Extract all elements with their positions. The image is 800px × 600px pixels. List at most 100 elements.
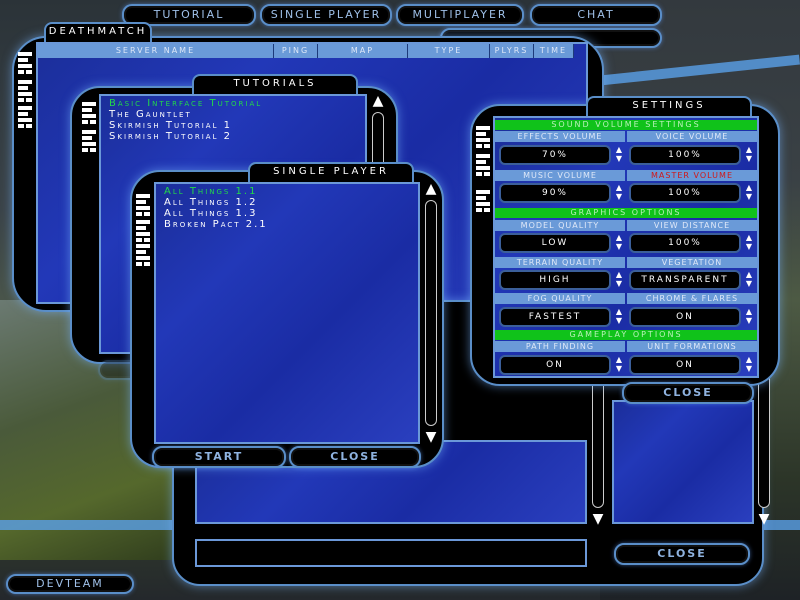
list-item[interactable]: Basic Interface Tutorial (109, 98, 357, 109)
single-player-close-button[interactable]: CLOSE (289, 446, 421, 468)
column-map[interactable]: MAP (318, 44, 408, 58)
spinner-down-icon[interactable]: ▼ (743, 364, 755, 373)
list-item[interactable]: All Things 1.3 (164, 208, 410, 219)
unit-formations-value[interactable]: ON (629, 355, 741, 375)
column-ping[interactable]: PING (274, 44, 318, 58)
sidebar-glyph-icon (82, 130, 96, 152)
music-volume-value[interactable]: 90% (499, 183, 611, 203)
voice-volume-spinner[interactable]: ▲ ▼ (743, 145, 755, 165)
chat-users-panel (612, 400, 754, 524)
spinner-up-icon[interactable]: ▲ (613, 270, 625, 279)
column-time[interactable]: TIME (534, 44, 574, 58)
unit-formations-spinner[interactable]: ▲ ▼ (743, 355, 755, 375)
spinner-up-icon[interactable]: ▲ (613, 307, 625, 316)
chat-close-button[interactable]: CLOSE (614, 543, 750, 565)
list-item[interactable]: All Things 1.2 (164, 197, 410, 208)
spinner-down-icon[interactable]: ▼ (613, 316, 625, 325)
label-vegetation: VEGETATION (627, 257, 757, 268)
sidebar-glyph-icon (18, 80, 32, 102)
list-item[interactable]: Broken Pact 2.1 (164, 219, 410, 230)
spinner-up-icon[interactable]: ▲ (743, 355, 755, 364)
vegetation-spinner[interactable]: ▲ ▼ (743, 270, 755, 290)
fog-quality-spinner[interactable]: ▲ ▼ (613, 307, 625, 327)
spinner-down-icon[interactable]: ▼ (743, 279, 755, 288)
vegetation-value[interactable]: TRANSPARENT (629, 270, 741, 290)
chrome-flares-spinner[interactable]: ▲ ▼ (743, 307, 755, 327)
sidebar-glyph-icon (18, 52, 32, 74)
spinner-up-icon[interactable]: ▲ (613, 355, 625, 364)
label-effects-volume: EFFECTS VOLUME (495, 131, 625, 142)
model-quality-spinner[interactable]: ▲ ▼ (613, 233, 625, 253)
spinner-down-icon[interactable]: ▼ (613, 192, 625, 201)
spinner-up-icon[interactable]: ▲ (743, 307, 755, 316)
scroll-down-icon[interactable]: ▼ (424, 430, 438, 444)
sidebar-glyph-icon (476, 126, 490, 148)
single-player-scrollbar[interactable]: ▲ ▼ (422, 182, 440, 444)
tutorials-title: TUTORIALS (192, 74, 358, 94)
spinner-down-icon[interactable]: ▼ (743, 192, 755, 201)
column-server-name[interactable]: SERVER NAME (38, 44, 274, 58)
spinner-down-icon[interactable]: ▼ (743, 242, 755, 251)
single-player-start-button[interactable]: START (152, 446, 286, 468)
spinner-down-icon[interactable]: ▼ (743, 316, 755, 325)
sidebar-glyph-icon (82, 102, 96, 124)
scroll-up-icon[interactable]: ▲ (424, 182, 438, 196)
model-quality-value[interactable]: LOW (499, 233, 611, 253)
path-finding-spinner[interactable]: ▲ ▼ (613, 355, 625, 375)
master-volume-value[interactable]: 100% (629, 183, 741, 203)
spinner-down-icon[interactable]: ▼ (613, 279, 625, 288)
list-item[interactable]: Skirmish Tutorial 2 (109, 131, 357, 142)
spinner-down-icon[interactable]: ▼ (613, 242, 625, 251)
spinner-down-icon[interactable]: ▼ (743, 154, 755, 163)
label-master-volume: MASTER VOLUME (627, 170, 757, 181)
spinner-up-icon[interactable]: ▲ (613, 233, 625, 242)
list-item[interactable]: The Gauntlet (109, 109, 357, 120)
spinner-up-icon[interactable]: ▲ (613, 145, 625, 154)
sidebar-glyph-icon (136, 220, 150, 242)
spinner-up-icon[interactable]: ▲ (743, 145, 755, 154)
tab-multiplayer[interactable]: MULTIPLAYER (396, 4, 524, 26)
music-volume-spinner[interactable]: ▲ ▼ (613, 183, 625, 203)
master-volume-spinner[interactable]: ▲ ▼ (743, 183, 755, 203)
tab-chat[interactable]: CHAT (530, 4, 662, 26)
view-distance-spinner[interactable]: ▲ ▼ (743, 233, 755, 253)
voice-volume-value[interactable]: 100% (629, 145, 741, 165)
spinner-down-icon[interactable]: ▼ (613, 364, 625, 373)
settings-title: SETTINGS (586, 96, 752, 116)
spinner-up-icon[interactable]: ▲ (743, 233, 755, 242)
tab-single-player[interactable]: SINGLE PLAYER (260, 4, 392, 26)
deathmatch-title: DEATHMATCH (44, 22, 152, 42)
scroll-down-icon[interactable]: ▼ (757, 512, 771, 526)
settings-close-button[interactable]: CLOSE (622, 382, 754, 404)
scroll-up-icon[interactable]: ▲ (371, 94, 385, 108)
spinner-up-icon[interactable]: ▲ (743, 270, 755, 279)
column-players[interactable]: PLYRS (490, 44, 534, 58)
label-voice-volume: VOICE VOLUME (627, 131, 757, 142)
list-item[interactable]: Skirmish Tutorial 1 (109, 120, 357, 131)
chrome-flares-value[interactable]: ON (629, 307, 741, 327)
column-type[interactable]: TYPE (408, 44, 490, 58)
section-graphics-options: GRAPHICS OPTIONS (495, 208, 757, 218)
spinner-up-icon[interactable]: ▲ (743, 183, 755, 192)
chat-input[interactable] (195, 539, 587, 567)
terrain-quality-value[interactable]: HIGH (499, 270, 611, 290)
settings-panel: SOUND VOLUME SETTINGS EFFECTS VOLUME VOI… (493, 116, 759, 378)
fog-quality-value[interactable]: FASTEST (499, 307, 611, 327)
view-distance-value[interactable]: 100% (629, 233, 741, 253)
section-gameplay-options: GAMEPLAY OPTIONS (495, 330, 757, 340)
path-finding-value[interactable]: ON (499, 355, 611, 375)
single-player-list[interactable]: All Things 1.1 All Things 1.2 All Things… (154, 182, 420, 444)
label-model-quality: MODEL QUALITY (495, 220, 625, 231)
list-item[interactable]: All Things 1.1 (164, 186, 410, 197)
spinner-down-icon[interactable]: ▼ (613, 154, 625, 163)
terrain-quality-spinner[interactable]: ▲ ▼ (613, 270, 625, 290)
label-music-volume: MUSIC VOLUME (495, 170, 625, 181)
scroll-down-icon[interactable]: ▼ (591, 512, 605, 526)
effects-volume-value[interactable]: 70% (499, 145, 611, 165)
sidebar-glyph-icon (136, 244, 150, 266)
effects-volume-spinner[interactable]: ▲ ▼ (613, 145, 625, 165)
spinner-up-icon[interactable]: ▲ (613, 183, 625, 192)
scrollbar-track[interactable] (425, 200, 437, 426)
devteam-button[interactable]: DEVTEAM (6, 574, 134, 594)
label-fog-quality: FOG QUALITY (495, 293, 625, 304)
